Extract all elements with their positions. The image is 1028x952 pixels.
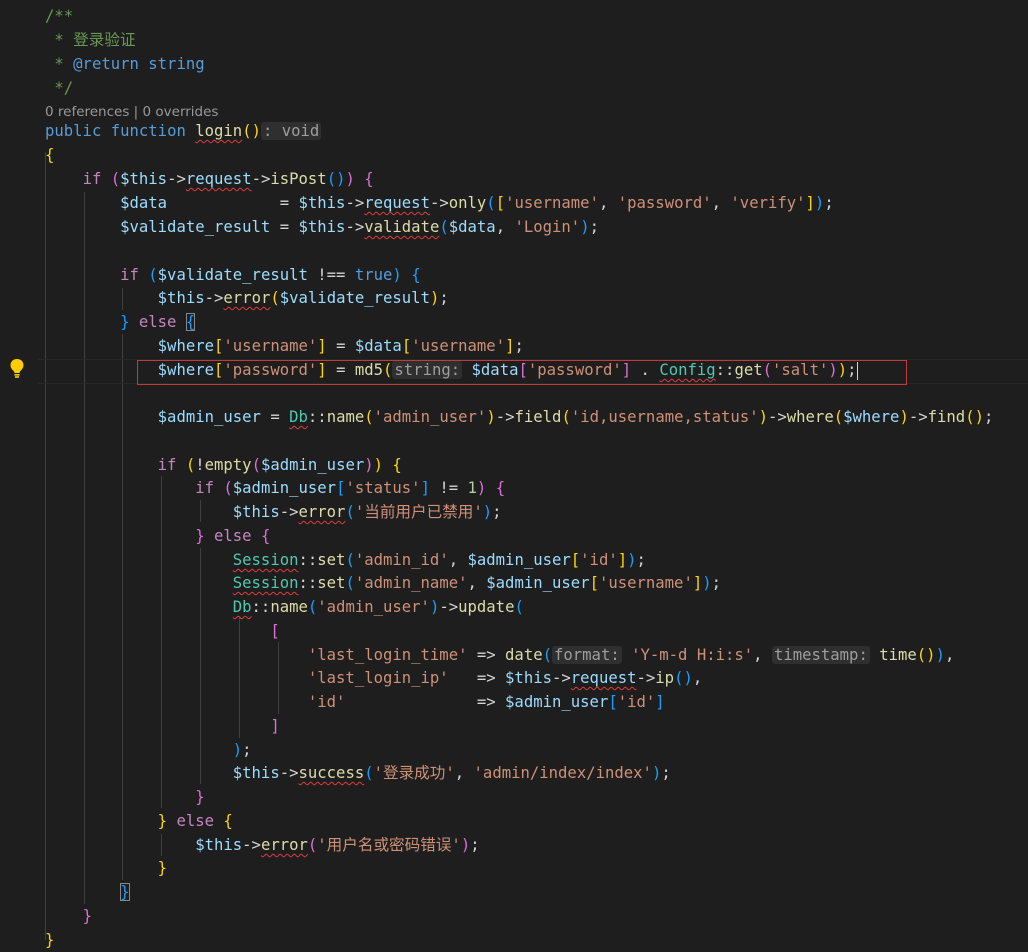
code-line-24[interactable]: Session::set('admin_name', $admin_user['… <box>45 572 721 595</box>
code-line-14[interactable]: $where['username'] = $data['username']; <box>45 335 524 358</box>
code-line-30[interactable]: ] <box>45 715 279 738</box>
code-line-26[interactable]: [ <box>45 620 279 643</box>
code-line-25[interactable]: Db::name('admin_user')->update( <box>45 596 524 619</box>
code-editor[interactable]: /** * 登录验证 * @return string */ 0 referen… <box>0 0 1028 949</box>
code-line-32[interactable]: $this->success('登录成功', 'admin/index/inde… <box>45 762 671 785</box>
code-line-6[interactable]: { <box>45 144 54 167</box>
code-line-2[interactable]: * 登录验证 <box>45 29 135 52</box>
code-line-37[interactable]: } <box>45 881 130 904</box>
lightbulb-icon[interactable] <box>8 357 26 379</box>
code-line-12[interactable]: $this->error($validate_result); <box>45 287 449 310</box>
code-line-7[interactable]: if ($this->request->isPost()) { <box>45 168 374 191</box>
code-line-33[interactable]: } <box>45 786 204 809</box>
code-line-23[interactable]: Session::set('admin_id', $admin_user['id… <box>45 549 646 572</box>
code-line-19[interactable]: if (!empty($admin_user)) { <box>45 454 402 477</box>
code-line-28[interactable]: 'last_login_ip' => $this->request->ip(), <box>45 667 702 690</box>
code-line-8[interactable]: $data = $this->request->only(['username'… <box>45 192 834 215</box>
code-line-39[interactable]: } <box>45 929 54 952</box>
code-line-27[interactable]: 'last_login_time' => date(format: 'Y-m-d… <box>45 644 954 667</box>
code-line-20[interactable]: if ($admin_user['status'] != 1) { <box>45 477 505 500</box>
code-line-13[interactable]: } else { <box>45 311 196 334</box>
code-line-38[interactable]: } <box>45 905 92 928</box>
code-line-5[interactable]: public function login(): void <box>45 120 322 143</box>
code-line-22[interactable]: } else { <box>45 525 270 548</box>
code-line-3[interactable]: * @return string <box>45 53 204 76</box>
code-line-4[interactable]: */ <box>45 77 73 100</box>
code-line-29[interactable]: 'id' => $admin_user['id'] <box>45 691 665 714</box>
code-line-35[interactable]: $this->error('用户名或密码错误'); <box>45 834 479 857</box>
code-line-9[interactable]: $validate_result = $this->validate($data… <box>45 216 599 239</box>
code-line-1[interactable]: /** <box>45 5 73 28</box>
codelens-references[interactable]: 0 references | 0 overrides <box>45 103 218 121</box>
code-line-15[interactable]: $where['password'] = md5(string: $data['… <box>45 359 859 382</box>
code-line-36[interactable]: } <box>45 857 167 880</box>
code-line-31[interactable]: ); <box>45 739 252 762</box>
code-line-21[interactable]: $this->error('当前用户已禁用'); <box>45 501 502 524</box>
code-line-17[interactable]: $admin_user = Db::name('admin_user')->fi… <box>45 406 994 429</box>
text-cursor <box>856 361 859 380</box>
code-line-11[interactable]: if ($validate_result !== true) { <box>45 264 420 287</box>
code-line-34[interactable]: } else { <box>45 810 233 833</box>
